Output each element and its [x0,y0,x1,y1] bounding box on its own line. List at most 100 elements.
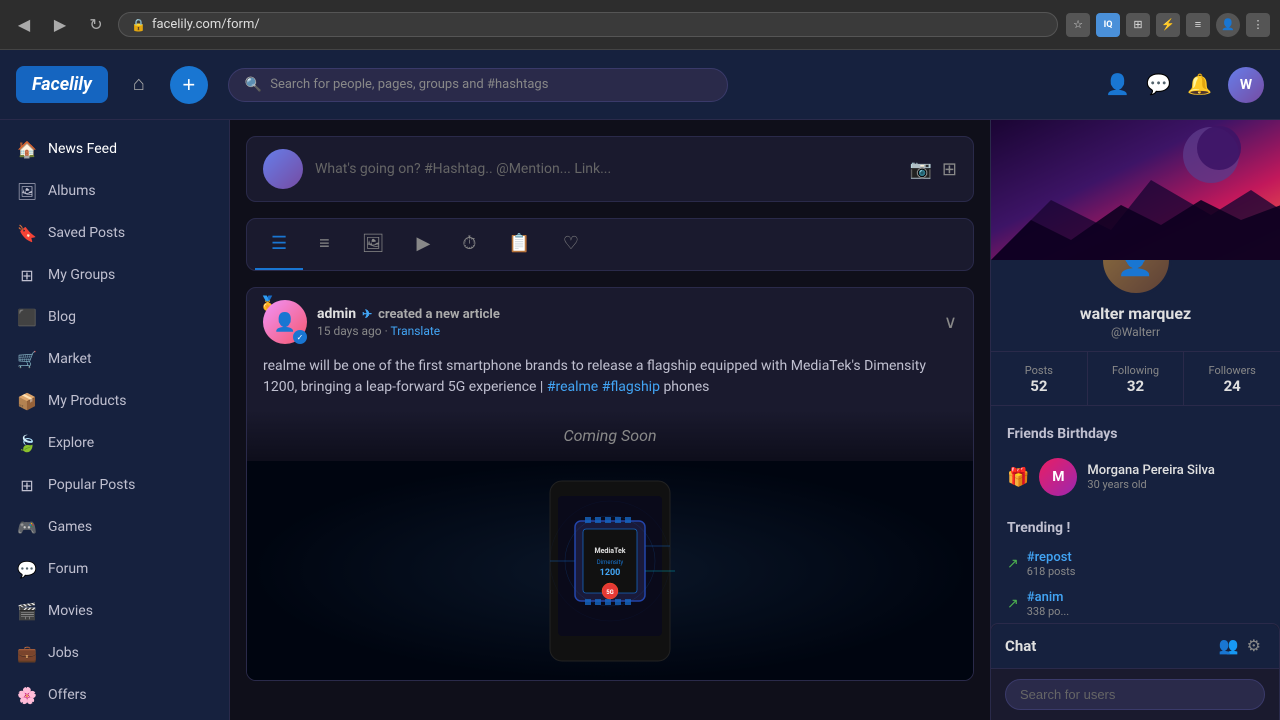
chat-title: Chat [1005,637,1215,655]
sidebar-item-offers[interactable]: 🌸 Offers [0,674,229,716]
sidebar-item-games[interactable]: 🎮 Games [0,506,229,548]
sidebar-item-news-feed[interactable]: 🏠 News Feed [0,128,229,170]
profile-info: walter marquez @Walterr [991,304,1280,351]
stat-posts-label: Posts [995,364,1083,377]
chat-add-user-button[interactable]: 👥 [1215,634,1243,658]
browser-ext-icons: ☆ IQ ⊞ ⚡ ≡ 👤 ⋮ [1066,13,1270,37]
sidebar-label-my-groups: My Groups [48,267,115,283]
sidebar-item-forum[interactable]: 💬 Forum [0,548,229,590]
chat-settings-button[interactable]: ⚙ [1243,634,1265,658]
iq-ext-icon[interactable]: IQ [1096,13,1120,37]
tab-timeline[interactable]: ☰ [255,219,303,270]
notifications-button[interactable]: 🔔 [1187,72,1212,97]
ext-icon-1[interactable]: ⊞ [1126,13,1150,37]
jobs-icon: 💼 [16,642,38,664]
post-author-name: admin ✈ created a new article [317,306,934,322]
author-name-link[interactable]: admin [317,306,356,322]
post-hashtag1[interactable]: #realme [547,379,598,395]
svg-text:MediaTek: MediaTek [595,547,626,555]
browser-back-btn[interactable]: ◀ [10,11,38,39]
stat-following[interactable]: Following 32 [1087,352,1185,405]
post-hashtag2[interactable]: #flagship [602,379,660,395]
browser-reload-btn[interactable]: ↻ [82,11,110,39]
app-header: Facelily ⌂ + 🔍 Search for people, pages,… [0,50,1280,120]
sidebar-label-saved-posts: Saved Posts [48,225,125,241]
lock-icon: 🔒 [131,18,146,32]
sidebar-item-memories[interactable]: 🕐 Memories [0,716,229,720]
svg-text:Dimensity: Dimensity [597,559,624,566]
birthdays-section-title: Friends Birthdays [991,418,1280,450]
sidebar-item-my-products[interactable]: 📦 My Products [0,380,229,422]
trending-arrow-icon-0: ↗ [1007,556,1019,572]
browser-fwd-btn[interactable]: ▶ [46,11,74,39]
offers-icon: 🌸 [16,684,38,706]
sidebar-item-explore[interactable]: 🍃 Explore [0,422,229,464]
birthday-info: Morgana Pereira Silva 30 years old [1087,463,1264,491]
stat-followers-label: Followers [1188,364,1276,377]
sidebar-label-market: Market [48,351,92,367]
birthday-avatar: M [1039,458,1077,496]
app-logo: Facelily [16,66,108,103]
sidebar-label-my-products: My Products [48,393,127,409]
chat-search-input[interactable] [1005,679,1265,710]
sidebar-item-jobs[interactable]: 💼 Jobs [0,632,229,674]
composer-media-btn[interactable]: ⊞ [942,159,957,180]
star-icon[interactable]: ☆ [1066,13,1090,37]
profile-ext-icon[interactable]: 👤 [1216,13,1240,37]
groups-icon: ⊞ [16,264,38,286]
feed-tabs: ☰ ≡ 🖼 ▶ ⏱ 📋 ♡ [246,218,974,271]
products-icon: 📦 [16,390,38,412]
trending-posts-0: 618 posts [1027,565,1264,578]
tab-activity[interactable]: ⏱ [446,219,492,270]
saved-icon: 🔖 [16,222,38,244]
post-author-avatar[interactable]: 👤 ✓ [263,300,307,344]
birthday-name[interactable]: Morgana Pereira Silva [1087,463,1264,478]
search-icon: 🔍 [245,77,262,93]
global-search[interactable]: 🔍 Search for people, pages, groups and #… [228,68,728,102]
trending-item-0[interactable]: ↗ #repost 618 posts [991,544,1280,584]
sidebar-item-blog[interactable]: ⬛ Blog [0,296,229,338]
banner-svg [991,120,1280,260]
post-header: 🏅 👤 ✓ admin ✈ created a new article 15 d… [247,288,973,356]
profile-handle: @Walterr [1007,325,1264,339]
albums-icon: 🖼 [16,180,38,202]
birthday-item: 🎁 M Morgana Pereira Silva 30 years old [991,450,1280,504]
composer-input[interactable]: What's going on? #Hashtag.. @Mention... … [315,161,897,177]
sidebar-item-saved-posts[interactable]: 🔖 Saved Posts [0,212,229,254]
profile-stats: Posts 52 Following 32 Followers 24 [991,351,1280,406]
post-menu-button[interactable]: ∨ [944,312,957,333]
tab-photos[interactable]: 🖼 [346,219,401,270]
stat-posts[interactable]: Posts 52 [991,352,1087,405]
profile-button[interactable]: 👤 [1105,72,1130,97]
sidebar: 🏠 News Feed 🖼 Albums 🔖 Saved Posts ⊞ My … [0,120,230,720]
ext-icon-2[interactable]: ⚡ [1156,13,1180,37]
profile-banner [991,120,1280,260]
tab-files[interactable]: 📋 [492,219,546,270]
sidebar-item-my-groups[interactable]: ⊞ My Groups [0,254,229,296]
sidebar-item-popular-posts[interactable]: ⊞ Popular Posts [0,464,229,506]
sidebar-item-albums[interactable]: 🖼 Albums [0,170,229,212]
messages-button[interactable]: 💬 [1146,72,1171,97]
trending-item-1[interactable]: ↗ #anim 338 po... [991,584,1280,624]
post-card: 🏅 👤 ✓ admin ✈ created a new article 15 d… [246,287,974,681]
stat-followers-value: 24 [1188,377,1276,395]
tab-liked[interactable]: ♡ [547,219,595,270]
composer-photo-btn[interactable]: 📷 [909,159,931,180]
user-avatar[interactable]: W [1228,67,1264,103]
address-bar[interactable]: 🔒 facelily.com/form/ [118,12,1058,37]
tab-list[interactable]: ≡ [303,219,346,270]
sidebar-item-movies[interactable]: 🎬 Movies [0,590,229,632]
post-translate-link[interactable]: Translate [391,324,441,338]
main-layout: 🏠 News Feed 🖼 Albums 🔖 Saved Posts ⊞ My … [0,120,1280,720]
trending-tag-0: #repost [1027,550,1264,565]
post-composer: What's going on? #Hashtag.. @Mention... … [246,136,974,202]
ext-icon-3[interactable]: ≡ [1186,13,1210,37]
home-button[interactable]: ⌂ [120,66,158,104]
menu-icon[interactable]: ⋮ [1246,13,1270,37]
post-meta: 15 days ago · Translate [317,324,934,338]
post-action-text: created a new article [378,307,500,322]
tab-video[interactable]: ▶ [401,219,447,270]
add-post-button[interactable]: + [170,66,208,104]
sidebar-item-market[interactable]: 🛒 Market [0,338,229,380]
stat-followers[interactable]: Followers 24 [1184,352,1280,405]
